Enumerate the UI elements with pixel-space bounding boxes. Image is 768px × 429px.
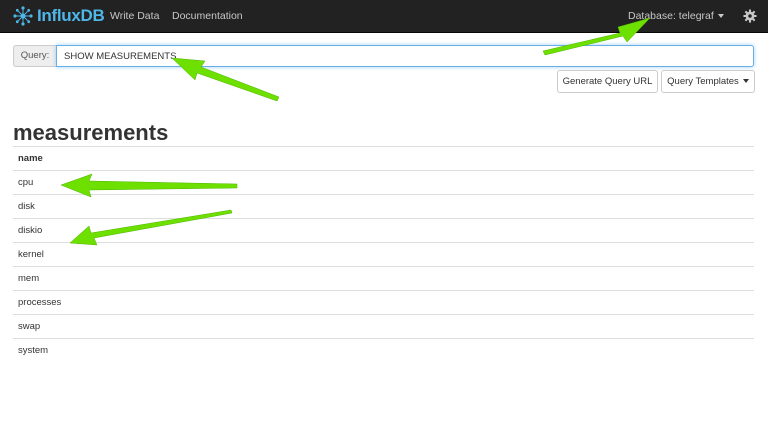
chevron-down-icon xyxy=(717,14,724,19)
brand-link[interactable]: InfluxDB xyxy=(12,4,105,28)
table-cell: diskio xyxy=(13,218,754,243)
table-row: mem xyxy=(13,266,754,291)
generate-query-url-button[interactable]: Generate Query URL xyxy=(557,70,658,93)
table-cell: mem xyxy=(13,266,754,291)
table-cell: system xyxy=(13,338,754,363)
query-templates-button[interactable]: Query Templates xyxy=(661,70,755,93)
result-table: name cpu disk diskio kernel mem processe… xyxy=(13,146,754,363)
result-title: measurements xyxy=(13,120,169,145)
chevron-down-icon xyxy=(742,79,749,84)
table-cell: cpu xyxy=(13,170,754,195)
table-row: processes xyxy=(13,290,754,315)
table-row: kernel xyxy=(13,242,754,267)
column-header-name: name xyxy=(13,146,754,171)
database-label: Database: telegraf xyxy=(628,10,714,22)
brand-name: InfluxDB xyxy=(37,6,105,25)
query-templates-label: Query Templates xyxy=(667,76,739,87)
table-row: disk xyxy=(13,194,754,219)
query-label: Query: xyxy=(13,45,56,67)
table-row: cpu xyxy=(13,170,754,195)
table-row: diskio xyxy=(13,218,754,243)
navbar: InfluxDB Write Data Documentation Databa… xyxy=(0,0,768,33)
table-cell: processes xyxy=(13,290,754,315)
gear-icon[interactable] xyxy=(743,9,757,23)
table-cell: swap xyxy=(13,314,754,339)
table-cell: disk xyxy=(13,194,754,219)
database-dropdown[interactable]: Database: telegraf xyxy=(628,0,724,32)
query-input[interactable] xyxy=(56,45,754,67)
table-cell: kernel xyxy=(13,242,754,267)
nav-write-data[interactable]: Write Data xyxy=(110,0,159,32)
influxdb-logo-icon xyxy=(13,6,33,26)
table-row: system xyxy=(13,338,754,363)
table-header-row: name xyxy=(13,146,754,171)
table-row: swap xyxy=(13,314,754,339)
nav-documentation[interactable]: Documentation xyxy=(172,0,243,32)
